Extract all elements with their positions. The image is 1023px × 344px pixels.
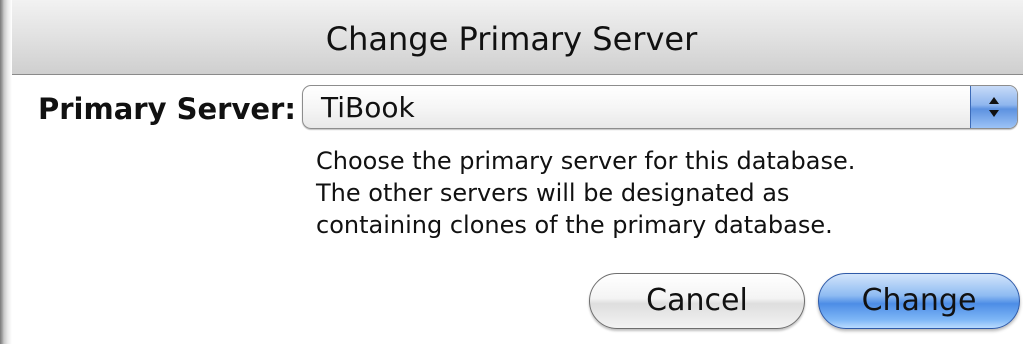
change-primary-server-dialog: Change Primary Server Primary Server: Ti… xyxy=(0,0,1023,344)
dialog-title: Change Primary Server xyxy=(325,20,698,58)
primary-server-popup[interactable]: TiBook xyxy=(302,85,1018,129)
help-text-line: containing clones of the primary databas… xyxy=(316,211,833,239)
help-text-line: The other servers will be designated as xyxy=(316,179,790,207)
up-down-arrows-icon[interactable] xyxy=(970,86,1017,128)
primary-server-selected-value: TiBook xyxy=(321,91,415,124)
primary-server-label: Primary Server: xyxy=(38,92,296,126)
dialog-titlebar: Change Primary Server xyxy=(0,0,1023,75)
window-left-edge xyxy=(0,0,12,344)
help-text: Choose the primary server for this datab… xyxy=(316,145,1006,241)
help-text-line: Choose the primary server for this datab… xyxy=(316,147,856,175)
cancel-button[interactable]: Cancel xyxy=(589,273,805,329)
change-button[interactable]: Change xyxy=(818,273,1020,329)
